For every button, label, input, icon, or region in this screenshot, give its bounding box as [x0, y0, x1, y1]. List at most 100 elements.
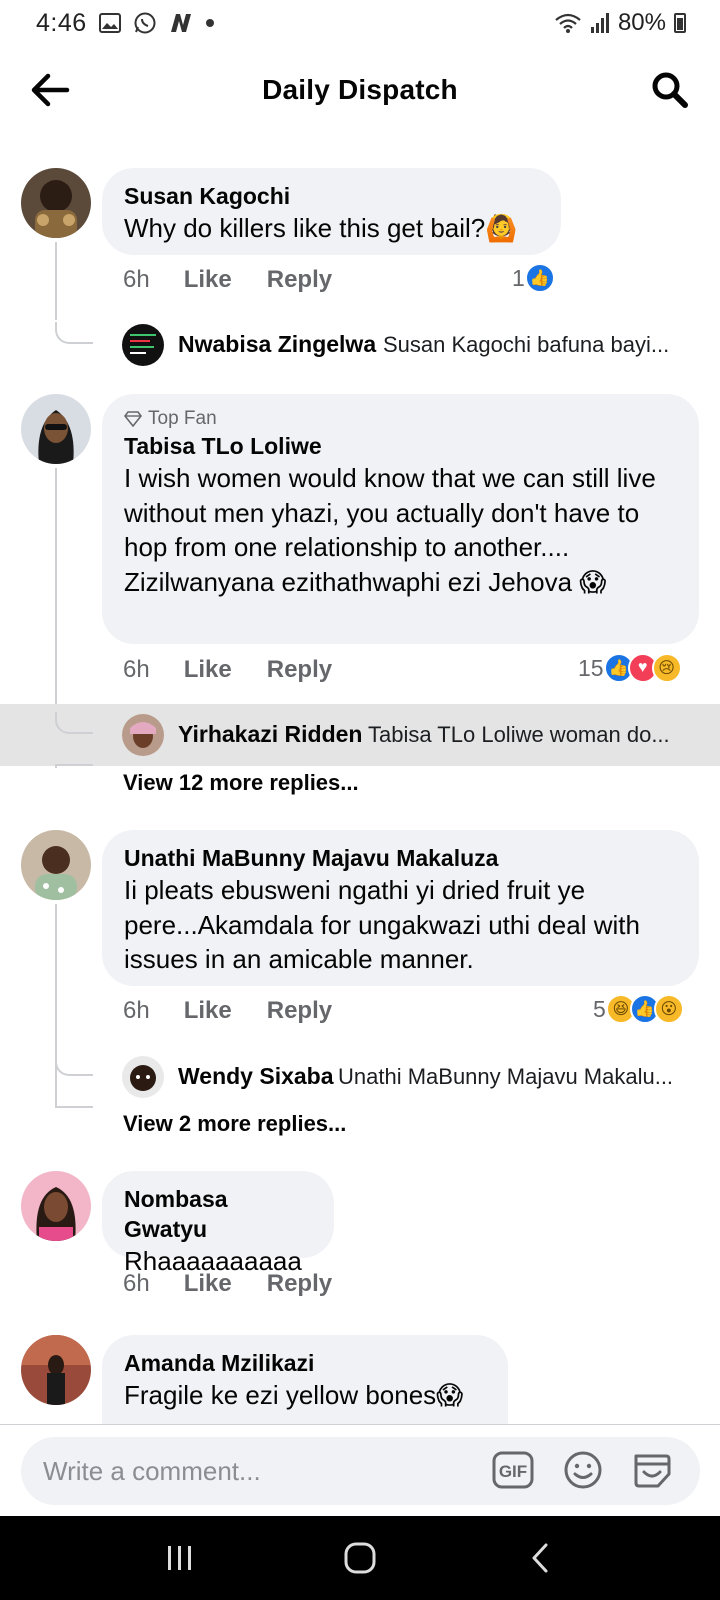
reaction-count: 15: [578, 654, 604, 681]
reaction-count: 5: [593, 995, 606, 1022]
gif-icon: GIF: [492, 1451, 534, 1489]
comment-text: Why do killers like this get bail?🙆: [124, 213, 518, 243]
comment-text: Fragile ke ezi yellow bones😱: [124, 1380, 464, 1410]
emoji-button[interactable]: [560, 1447, 606, 1493]
sticker-icon: [634, 1454, 671, 1488]
search-button[interactable]: [648, 68, 692, 112]
battery-icon: [674, 13, 686, 33]
thread-elbow: [55, 1054, 93, 1076]
comment-actions: 6h Like Reply: [123, 997, 367, 1025]
signal-icon: [590, 12, 610, 34]
whatsapp-icon: [133, 11, 157, 35]
sticker-button[interactable]: [628, 1447, 674, 1493]
header: Daily Dispatch: [0, 56, 720, 124]
reply-button[interactable]: Reply: [267, 1270, 332, 1298]
like-button[interactable]: Like: [184, 1270, 232, 1298]
view-more-replies-button[interactable]: View 2 more replies...: [123, 1111, 346, 1137]
comment-time: 6h: [123, 656, 150, 683]
comment-bubble[interactable]: Susan Kagochi Why do killers like this g…: [102, 168, 561, 255]
back-button[interactable]: [28, 68, 72, 112]
comment-bubble[interactable]: Nombasa Gwatyu Rhaaaaaaaaaa: [102, 1171, 334, 1276]
reply-text: Tabisa TLo Loliwe woman do...: [368, 722, 670, 747]
thread-line: [55, 1106, 93, 1108]
comment-input[interactable]: Write a comment... GIF: [21, 1437, 700, 1505]
comment-time: 6h: [123, 266, 150, 293]
reaction-summary[interactable]: 15 👍 ♥ 😢: [578, 653, 682, 683]
comment-text: Ii pleats ebusweni ngathi yi dried fruit…: [124, 875, 640, 974]
gif-button[interactable]: GIF: [490, 1447, 536, 1493]
comment-actions: 6h Like Reply: [123, 1270, 367, 1298]
reply-author[interactable]: Yirhakazi Ridden: [178, 721, 362, 748]
comment-placeholder: Write a comment...: [43, 1455, 261, 1486]
wow-reaction-icon: 😮: [653, 994, 684, 1024]
status-bar: 4:46 80%: [0, 0, 720, 46]
avatar[interactable]: [21, 830, 91, 900]
reply-button[interactable]: Reply: [267, 997, 332, 1025]
reply-preview-row[interactable]: Yirhakazi Ridden Tabisa TLo Loliwe woman…: [0, 704, 720, 766]
avatar[interactable]: [21, 168, 91, 238]
comment-time: 6h: [123, 997, 150, 1024]
like-button[interactable]: Like: [184, 266, 232, 294]
home-button[interactable]: [330, 1528, 390, 1588]
like-button[interactable]: Like: [184, 997, 232, 1025]
sad-reaction-icon: 😢: [651, 653, 682, 683]
comments-list: Susan Kagochi Why do killers like this g…: [0, 124, 720, 1424]
dot-icon: [205, 18, 215, 28]
avatar[interactable]: [21, 1171, 91, 1241]
back-arrow-icon: [31, 73, 70, 107]
comment-bubble[interactable]: Top Fan Tabisa TLo Loliwe I wish women w…: [102, 394, 699, 644]
thread-elbow: [55, 712, 93, 734]
back-icon: [532, 1543, 548, 1573]
comment-author[interactable]: Unathi MaBunny Majavu Makaluza: [124, 843, 679, 873]
search-icon: [652, 72, 688, 108]
comment-time: 6h: [123, 1270, 150, 1297]
reaction-summary[interactable]: 5 😆 👍 😮: [593, 994, 684, 1024]
comment-actions: 6h Like Reply: [123, 656, 367, 684]
reply-preview-row[interactable]: Wendy Sixaba Unathi MaBunny Majavu Makal…: [0, 1046, 720, 1108]
page-title: Daily Dispatch: [262, 74, 458, 105]
avatar[interactable]: [122, 1056, 164, 1098]
battery-percent: 80%: [617, 9, 666, 36]
avatar[interactable]: [122, 714, 164, 756]
emoji-icon: [564, 1451, 602, 1489]
top-fan-badge: Top Fan: [124, 407, 679, 431]
like-button[interactable]: Like: [184, 656, 232, 684]
emoji: 😱: [436, 1380, 464, 1410]
recent-apps-button[interactable]: [150, 1528, 210, 1588]
emoji: 😱: [579, 566, 607, 597]
thread-line: [55, 242, 57, 320]
reply-author[interactable]: Nwabisa Zingelwa: [178, 331, 376, 358]
gallery-icon: [98, 13, 121, 33]
comment-author[interactable]: Nombasa Gwatyu: [124, 1184, 314, 1244]
comment-text: I wish women would know that we can stil…: [124, 463, 656, 597]
reply-author[interactable]: Wendy Sixaba: [178, 1063, 334, 1090]
status-time: 4:46: [36, 8, 87, 37]
reaction-summary[interactable]: 1 👍: [512, 263, 555, 293]
comment-bubble[interactable]: Amanda Mzilikazi Fragile ke ezi yellow b…: [102, 1335, 508, 1424]
emoji: 🙆: [485, 213, 518, 243]
comment-author[interactable]: Tabisa TLo Loliwe: [124, 431, 679, 461]
avatar[interactable]: [21, 1335, 91, 1405]
nav-back-button[interactable]: [510, 1528, 570, 1588]
reply-button[interactable]: Reply: [267, 266, 332, 294]
avatar[interactable]: [122, 324, 164, 366]
reply-preview-row[interactable]: Nwabisa Zingelwa Susan Kagochi bafuna ba…: [0, 314, 720, 376]
avatar[interactable]: [21, 394, 91, 464]
home-icon: [344, 1542, 376, 1574]
comment-author[interactable]: Susan Kagochi: [124, 181, 541, 211]
system-nav-bar: [0, 1516, 720, 1600]
comment-composer: Write a comment... GIF: [0, 1424, 720, 1516]
comment-author[interactable]: Amanda Mzilikazi: [124, 1348, 488, 1378]
wifi-icon: [554, 12, 582, 34]
thread-elbow: [55, 322, 93, 344]
reply-button[interactable]: Reply: [267, 656, 332, 684]
diamond-icon: [124, 411, 142, 427]
like-reaction-icon: 👍: [524, 263, 555, 293]
recent-apps-icon: [168, 1546, 191, 1570]
reply-text: Susan Kagochi bafuna bayi...: [383, 332, 670, 357]
n-app-icon: [169, 12, 193, 34]
comment-actions: 6h Like Reply: [123, 266, 367, 294]
thread-line: [55, 764, 93, 766]
comment-bubble[interactable]: Unathi MaBunny Majavu Makaluza Ii pleats…: [102, 830, 699, 986]
view-more-replies-button[interactable]: View 12 more replies...: [123, 770, 359, 796]
